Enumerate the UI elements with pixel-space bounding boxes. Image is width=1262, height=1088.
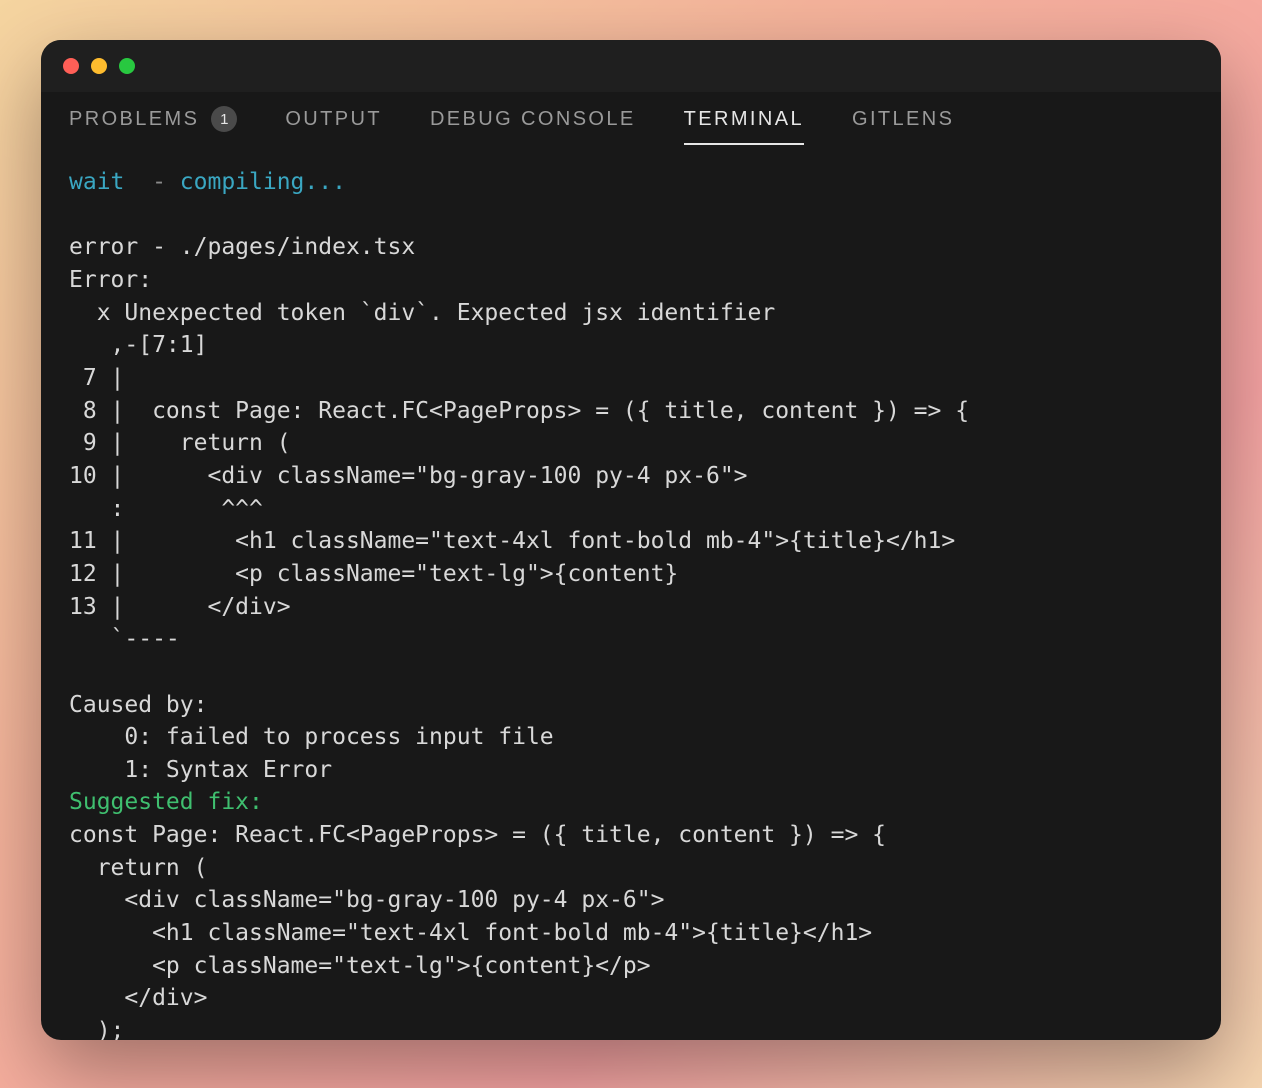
code-line: 9 | return ( <box>69 430 291 456</box>
wait-label: wait <box>69 169 124 195</box>
suggested-fix-label: Suggested fix: <box>69 789 263 815</box>
terminal-output[interactable]: wait - compiling... error - ./pages/inde… <box>41 146 1221 1040</box>
fix-line: return ( <box>69 855 207 881</box>
error-message: x Unexpected token `div`. Expected jsx i… <box>69 300 775 326</box>
tab-label: OUTPUT <box>285 108 382 131</box>
error-header: error - ./pages/index.tsx <box>69 234 415 260</box>
problems-count-badge: 1 <box>211 106 237 132</box>
error-location: ,-[7:1] <box>69 332 207 358</box>
tab-label: PROBLEMS <box>69 108 199 131</box>
cause-line: 0: failed to process input file <box>69 724 554 750</box>
code-line: 11 | <h1 className="text-4xl font-bold m… <box>69 528 955 554</box>
tab-output[interactable]: OUTPUT <box>285 108 382 145</box>
terminal-window: PROBLEMS 1 OUTPUT DEBUG CONSOLE TERMINAL… <box>41 40 1221 1040</box>
tab-label: TERMINAL <box>684 108 804 131</box>
tab-gitlens[interactable]: GITLENS <box>852 108 954 145</box>
code-line: 10 | <div className="bg-gray-100 py-4 px… <box>69 463 748 489</box>
tab-terminal[interactable]: TERMINAL <box>684 108 804 145</box>
close-icon[interactable] <box>63 58 79 74</box>
cause-line: 1: Syntax Error <box>69 757 332 783</box>
error-caret: : ^^^ <box>69 496 263 522</box>
code-line: 7 | <box>69 365 138 391</box>
panel-tabs: PROBLEMS 1 OUTPUT DEBUG CONSOLE TERMINAL… <box>41 92 1221 146</box>
error-line: Error: <box>69 267 166 293</box>
fix-line: <p className="text-lg">{content}</p> <box>69 953 651 979</box>
fix-line: ); <box>69 1018 124 1040</box>
tab-label: DEBUG CONSOLE <box>430 108 636 131</box>
caused-by-header: Caused by: <box>69 692 207 718</box>
zoom-icon[interactable] <box>119 58 135 74</box>
tab-problems[interactable]: PROBLEMS 1 <box>69 106 237 146</box>
titlebar <box>41 40 1221 92</box>
fix-line: <h1 className="text-4xl font-bold mb-4">… <box>69 920 872 946</box>
wait-msg: compiling... <box>180 169 346 195</box>
fix-line: </div> <box>69 985 207 1011</box>
fix-line: <div className="bg-gray-100 py-4 px-6"> <box>69 887 664 913</box>
code-line: 13 | </div> <box>69 594 291 620</box>
minimize-icon[interactable] <box>91 58 107 74</box>
wait-sep: - <box>124 169 179 195</box>
tab-debug-console[interactable]: DEBUG CONSOLE <box>430 108 636 145</box>
code-line: 8 | const Page: React.FC<PageProps> = ({… <box>69 398 969 424</box>
code-line: 12 | <p className="text-lg">{content} <box>69 561 678 587</box>
fix-line: const Page: React.FC<PageProps> = ({ tit… <box>69 822 886 848</box>
code-end: `---- <box>69 626 180 652</box>
tab-label: GITLENS <box>852 108 954 131</box>
